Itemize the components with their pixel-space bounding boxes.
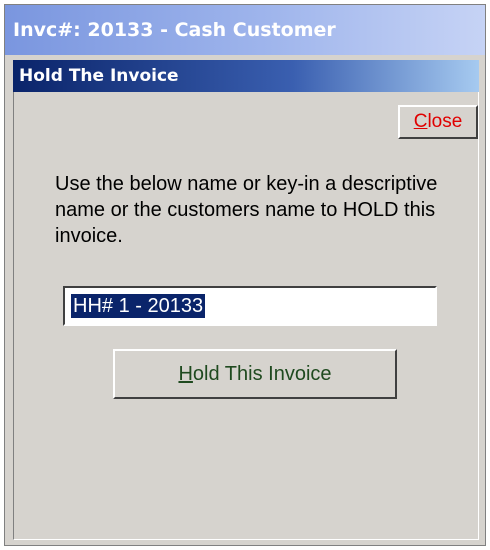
hold-label: old This Invoice	[192, 363, 332, 385]
hold-mnemonic: H	[178, 363, 193, 385]
hold-name-value: HH# 1 - 20133	[71, 294, 206, 318]
close-button[interactable]: Close	[398, 105, 478, 139]
close-mnemonic: C	[413, 111, 428, 132]
hold-invoice-button[interactable]: Hold This Invoice	[113, 349, 397, 399]
window-title: Invc#: 20133 - Cash Customer	[5, 5, 485, 55]
instructions-text: Use the below name or key-in a descripti…	[55, 173, 438, 247]
hold-name-input[interactable]: HH# 1 - 20133	[63, 286, 437, 326]
panel-header: Hold The Invoice	[13, 60, 479, 92]
close-label: lose	[427, 111, 463, 132]
hold-invoice-window: Invc#: 20133 - Cash Customer Hold The In…	[4, 4, 486, 546]
